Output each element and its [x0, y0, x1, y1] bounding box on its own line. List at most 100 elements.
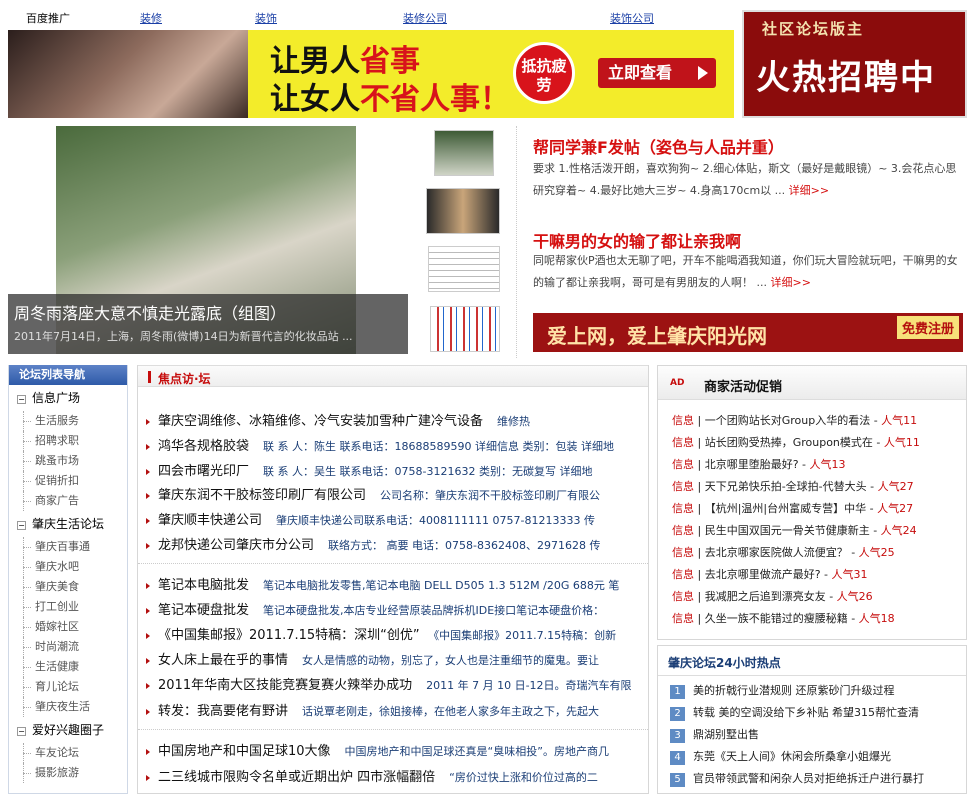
focus-list-item[interactable]: 四会市曙光印厂 联 系 人：吴生 联系电话：0758-3121632 类别：无碳复…	[146, 459, 644, 483]
focus-item-title[interactable]: 笔记本电脑批发	[158, 578, 249, 593]
promo-tag[interactable]: 信息	[672, 414, 694, 427]
promo-list-item[interactable]: 信息 | 站长团购受热捧，Groupon模式在 - 人气11	[672, 432, 964, 454]
promo-tag[interactable]: 信息	[672, 590, 694, 603]
sidebar-item[interactable]: 商家广告	[9, 491, 127, 511]
collapse-icon[interactable]: −	[17, 521, 26, 530]
sidebar-item[interactable]: 打工创业	[9, 597, 127, 617]
promo-tag[interactable]: 信息	[672, 458, 694, 471]
sidebar-item[interactable]: 育儿论坛	[9, 677, 127, 697]
hot-list-item[interactable]: 1 美的折戟行业潜规则 还原紫砂门升级过程	[670, 680, 966, 702]
sidebar-item[interactable]: 婚嫁社区	[9, 617, 127, 637]
hot-item-title[interactable]: 鼎湖别墅出售	[693, 728, 759, 741]
focus-list-item[interactable]: 鸿华各规格胶袋 联 系 人：陈生 联系电话：18688589590 详细信息 类别…	[146, 434, 644, 458]
focus-list-item[interactable]: 肇庆顺丰快递公司 肇庆顺丰快递公司联系电话：4008111111 0757-812…	[146, 508, 644, 532]
focus-item-title[interactable]: 肇庆空调维修、冰箱维修、冷气安装加雪种广建冷气设备	[158, 414, 483, 429]
focus-item-title[interactable]: 四会市曙光印厂	[158, 464, 249, 479]
promo-item-title[interactable]: 去北京哪里做流产最好? -	[705, 568, 828, 581]
promo-tag[interactable]: 信息	[672, 568, 694, 581]
focus-item-title[interactable]: 肇庆东润不干胶标签印刷厂有限公司	[158, 488, 366, 503]
sidebar-item[interactable]: 肇庆水吧	[9, 557, 127, 577]
sidebar-item[interactable]: 招聘求职	[9, 431, 127, 451]
focus-item-title[interactable]: 2011年华南大区技能竞赛复赛火辣举办成功	[158, 678, 412, 693]
focus-item-title[interactable]: 鸿华各规格胶袋	[158, 439, 249, 454]
hot-list-item[interactable]: 2 转载 美的空调没给下乡补贴 希望315帮忙查清	[670, 702, 966, 724]
focus-item-title[interactable]: 龙邦快递公司肇庆市分公司	[158, 538, 314, 553]
promo-tag[interactable]: 信息	[672, 436, 694, 449]
promo-item-title[interactable]: 久坐一族不能错过的瘦腰秘籍 -	[705, 612, 855, 625]
thumbnail-4[interactable]	[430, 306, 500, 352]
thumbnail-3[interactable]	[428, 246, 500, 292]
ad-banner[interactable]: 让男人省事 让女人不省人事！ 抵抗疲劳 立即查看	[8, 30, 734, 118]
promo-list-item[interactable]: 信息 | 天下兄弟快乐拍-全球拍-代替大头 - 人气27	[672, 476, 964, 498]
focus-list-item[interactable]: 转发：我高要佬有野讲 话说覃老刚走，徐姐接棒，在他老人家多年主政之下，先起大	[146, 699, 644, 723]
promo-list-item[interactable]: 信息 | 民生中国双国元一骨关节健康新主 - 人气24	[672, 520, 964, 542]
promo-tag[interactable]: 信息	[672, 502, 694, 515]
sidebar-item[interactable]: 促销折扣	[9, 471, 127, 491]
focus-list-item[interactable]: 笔记本硬盘批发 笔记本硬盘批发,本店专业经营原装品牌拆机IDE接口笔记本硬盘价格：	[146, 598, 644, 622]
focus-list-item[interactable]: 《中国集邮报》2011.7.15特稿：深圳“创优” 《中国集邮报》2011.7.1…	[146, 623, 644, 647]
promo-item-title[interactable]: 天下兄弟快乐拍-全球拍-代替大头 -	[705, 480, 874, 493]
promo-tag[interactable]: 信息	[672, 524, 694, 537]
promo-item-title[interactable]: 民生中国双国元一骨关节健康新主 -	[705, 524, 877, 537]
focus-list-item[interactable]: 二三线城市限购令名单或近期出炉 四市涨幅翻倍 “房价过快上涨和价位过高的二	[146, 765, 644, 789]
focus-item-title[interactable]: 笔记本硬盘批发	[158, 603, 249, 618]
sidebar-group[interactable]: − 爱好兴趣圈子	[9, 717, 127, 743]
focus-item-title[interactable]: 二三线城市限购令名单或近期出炉 四市涨幅翻倍	[158, 770, 435, 785]
promo-link-zhuangxiu-gongsi[interactable]: 装修公司	[403, 10, 447, 26]
focus-list-item[interactable]: 肇庆空调维修、冰箱维修、冷气安装加雪种广建冷气设备 维修热	[146, 409, 644, 433]
hot-list-item[interactable]: 3 鼎湖别墅出售	[670, 724, 966, 746]
promo-tag[interactable]: 信息	[672, 546, 694, 559]
hot-item-title[interactable]: 官员带领武警和闲杂人员对拒绝拆迁户进行暴打	[693, 772, 924, 785]
focus-item-title[interactable]: 肇庆顺丰快递公司	[158, 513, 262, 528]
focus-item-title[interactable]: 《中国集邮报》2011.7.15特稿：深圳“创优”	[158, 628, 420, 643]
promo-tag[interactable]: 信息	[672, 612, 694, 625]
focus-list-item[interactable]: 女人床上最在乎的事情 女人是情感的动物，别忘了，女人也是注重细节的魔鬼。要让	[146, 648, 644, 672]
moderator-recruit-banner[interactable]: 社区论坛版主 火热招聘中	[742, 10, 967, 118]
sidebar-item[interactable]: 车友论坛	[9, 743, 127, 763]
ad-view-button[interactable]: 立即查看	[598, 58, 716, 88]
news-more-link-1[interactable]: 详细>>	[789, 184, 829, 197]
thumbnail-2[interactable]	[426, 188, 500, 234]
promo-list-item[interactable]: 信息 | 久坐一族不能错过的瘦腰秘籍 - 人气18	[672, 608, 964, 630]
sidebar-item[interactable]: 生活服务	[9, 411, 127, 431]
thumbnail-1[interactable]	[434, 130, 494, 176]
collapse-icon[interactable]: −	[17, 395, 26, 404]
focus-item-title[interactable]: 转发：我高要佬有野讲	[158, 704, 288, 719]
promo-list-item[interactable]: 信息 | 一个团购站长对Group入华的看法 - 人气11	[672, 410, 964, 432]
news-headline-2[interactable]: 干嘛男的女的输了都让亲我啊	[533, 228, 741, 252]
hot-item-title[interactable]: 东莞《天上人间》休闲会所桑拿小姐爆光	[693, 750, 891, 763]
focus-item-title[interactable]: 中国房地产和中国足球10大像	[158, 744, 331, 759]
sidebar-group[interactable]: − 肇庆生活论坛	[9, 511, 127, 537]
promo-item-title[interactable]: 我减肥之后追到漂亮女友 -	[705, 590, 833, 603]
focus-item-title[interactable]: 女人床上最在乎的事情	[158, 653, 288, 668]
sidebar-item[interactable]: 时尚潮流	[9, 637, 127, 657]
focus-list-item[interactable]: 肇庆东润不干胶标签印刷厂有限公司 公司名称：肇庆东润不干胶标签印刷厂有限公	[146, 483, 644, 507]
collapse-icon[interactable]: −	[17, 727, 26, 736]
news-headline-1[interactable]: 帮同学兼F发帖（姿色与人品并重）	[533, 134, 784, 158]
featured-story[interactable]: 周冬雨落座大意不慎走光露底（组图） 2011年7月14日，上海，周冬雨(微博)1…	[8, 126, 408, 354]
sidebar-item[interactable]: 肇庆百事通	[9, 537, 127, 557]
promo-link-zhuangshi-gongsi[interactable]: 装饰公司	[610, 10, 654, 26]
hot-list-item[interactable]: 5 官员带领武警和闲杂人员对拒绝拆迁户进行暴打	[670, 768, 966, 790]
hot-list-item[interactable]: 4 东莞《天上人间》休闲会所桑拿小姐爆光	[670, 746, 966, 768]
sidebar-group[interactable]: − 信息广场	[9, 385, 127, 411]
promo-item-title[interactable]: 去北京哪家医院做人流便宜？ -	[705, 546, 855, 559]
sidebar-item[interactable]: 摄影旅游	[9, 763, 127, 783]
featured-title[interactable]: 周冬雨落座大意不慎走光露底（组图）	[14, 300, 286, 324]
promo-tag[interactable]: 信息	[672, 480, 694, 493]
promo-item-title[interactable]: 【杭州|温州|台州富威专营】中华 -	[705, 502, 874, 515]
promo-item-title[interactable]: 一个团购站长对Group入华的看法 -	[705, 414, 878, 427]
promo-item-title[interactable]: 站长团购受热捧，Groupon模式在 -	[705, 436, 881, 449]
promo-list-item[interactable]: 信息 | 去北京哪家医院做人流便宜？ - 人气25	[672, 542, 964, 564]
sidebar-item[interactable]: 肇庆美食	[9, 577, 127, 597]
promo-item-title[interactable]: 北京哪里堕胎最好? -	[705, 458, 806, 471]
promo-link-zhuangxiu[interactable]: 装修	[140, 10, 162, 26]
sidebar-item[interactable]: 生活健康	[9, 657, 127, 677]
promo-list-item[interactable]: 信息 | 北京哪里堕胎最好? - 人气13	[672, 454, 964, 476]
focus-list-item[interactable]: 2011年华南大区技能竞赛复赛火辣举办成功 2011 年 7 月 10 日-12日…	[146, 673, 644, 697]
news-more-link-2[interactable]: 详细>>	[771, 276, 811, 289]
focus-list-item[interactable]: 中国房地产和中国足球10大像 中国房地产和中国足球还真是“臭味相投”。房地产商几	[146, 739, 644, 763]
promo-list-item[interactable]: 信息 | 去北京哪里做流产最好? - 人气31	[672, 564, 964, 586]
sidebar-item[interactable]: 肇庆夜生活	[9, 697, 127, 717]
sidebar-item[interactable]: 跳蚤市场	[9, 451, 127, 471]
